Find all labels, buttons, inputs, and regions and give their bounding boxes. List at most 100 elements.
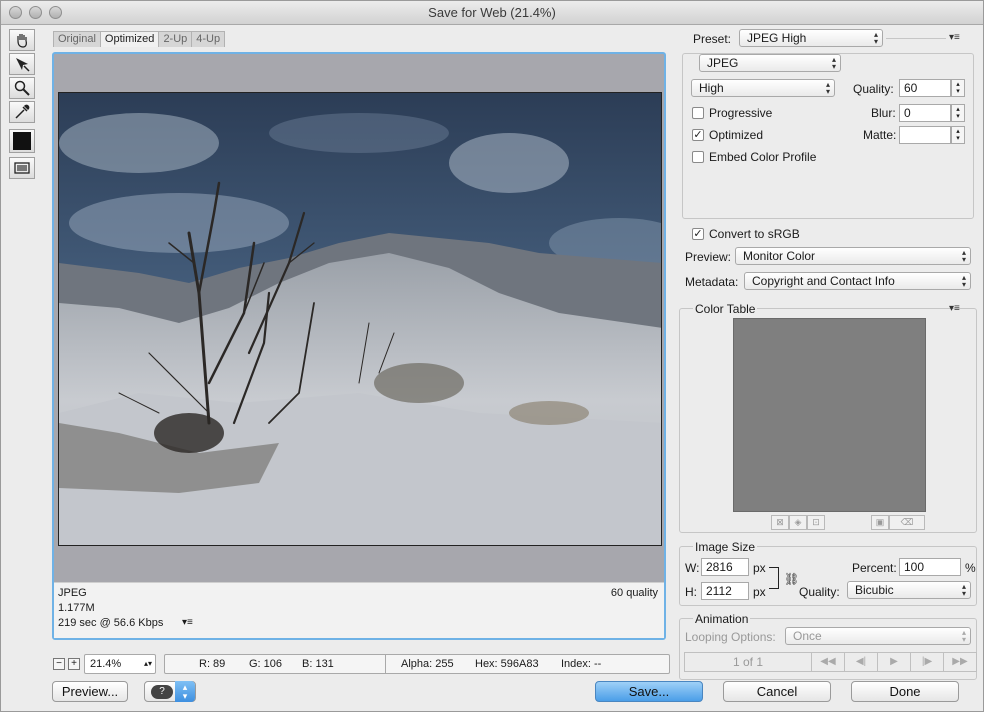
resample-quality-select[interactable]: Bicubic ▴ ▾: [847, 581, 971, 599]
quality-label: Quality:: [853, 82, 894, 96]
percent-unit: %: [965, 561, 976, 575]
window-title: Save for Web (21.4%): [428, 5, 556, 20]
matte-stepper[interactable]: ▴ ▾: [951, 126, 965, 144]
width-field[interactable]: 2816: [701, 558, 749, 576]
preset-label: Preset:: [693, 32, 732, 46]
zoom-tool[interactable]: [9, 77, 35, 99]
looping-options-value: Once: [793, 629, 822, 643]
convert-srgb-checkbox[interactable]: ✓: [692, 228, 704, 240]
height-unit: px: [753, 585, 766, 599]
frame-counter: 1 of 1: [684, 652, 812, 672]
embed-color-profile-checkbox[interactable]: [692, 151, 704, 163]
blur-field[interactable]: 0: [899, 104, 951, 122]
eyedropper-color-swatch[interactable]: [9, 129, 35, 153]
convert-srgb-label: Convert to sRGB: [709, 227, 800, 241]
preview-color-select[interactable]: Monitor Color ▴ ▾: [735, 247, 971, 265]
preview-image[interactable]: [58, 92, 662, 546]
matte-field[interactable]: [899, 126, 951, 144]
cancel-button[interactable]: Cancel: [723, 681, 831, 702]
play-animation-icon[interactable]: ▶: [877, 652, 911, 672]
width-label: W:: [685, 561, 700, 575]
preview-button[interactable]: Preview...: [52, 681, 128, 702]
save-button[interactable]: Save...: [595, 681, 703, 702]
delete-color-icon[interactable]: ⌫: [889, 515, 925, 530]
eyedropper-tool[interactable]: [9, 101, 35, 123]
file-format-arrows-icon: ▴ ▾: [831, 55, 836, 71]
width-unit: px: [753, 561, 766, 575]
color-table-swatches[interactable]: [733, 318, 926, 512]
toolbox: [7, 29, 37, 184]
tab-2-up[interactable]: 2-Up: [158, 31, 193, 47]
percent-label: Percent:: [852, 561, 897, 575]
matte-label: Matte:: [863, 128, 897, 142]
quality-stepper[interactable]: ▴ ▾: [951, 79, 965, 97]
preset-divider: [886, 38, 946, 39]
download-speed-menu-icon[interactable]: ▾≡: [182, 617, 193, 628]
image-preview-pane[interactable]: JPEG 1.177M 219 sec @ 56.6 Kbps ▾≡ 60 qu…: [52, 52, 666, 640]
hand-tool[interactable]: [9, 29, 35, 51]
looping-options-select[interactable]: Once ▴ ▾: [785, 627, 971, 645]
height-label: H:: [685, 585, 697, 599]
done-button[interactable]: Done: [851, 681, 959, 702]
image-size-title: Image Size: [693, 540, 758, 554]
blur-stepper[interactable]: ▴ ▾: [951, 104, 965, 122]
height-field[interactable]: 2112: [701, 582, 749, 600]
optimized-checkbox[interactable]: ✓: [692, 129, 704, 141]
image-quality-readout: 60 quality: [610, 587, 658, 599]
file-format-value: JPEG: [707, 56, 739, 70]
first-frame-icon[interactable]: ◀◀: [811, 652, 845, 672]
tab-4-up[interactable]: 4-Up: [191, 31, 226, 47]
web-snap-icon[interactable]: ◈: [789, 515, 807, 530]
pixel-info-bar: R: 89 G: 106 B: 131 Alpha: 255 Hex: 596A…: [164, 654, 670, 674]
next-frame-icon[interactable]: |▶: [910, 652, 944, 672]
red-value: R: 89: [199, 658, 226, 670]
color-table-menu-icon[interactable]: ▾≡: [949, 303, 960, 314]
looping-options-label: Looping Options:: [685, 630, 776, 644]
zoom-out-button[interactable]: −: [53, 658, 65, 670]
metadata-select[interactable]: Copyright and Contact Info ▴ ▾: [744, 272, 971, 290]
zoom-in-button[interactable]: +: [68, 658, 80, 670]
image-format: JPEG: [58, 587, 87, 599]
percent-field[interactable]: 100: [899, 558, 961, 576]
new-color-icon[interactable]: ▣: [871, 515, 889, 530]
zoom-dropdown-arrows-icon: ▴▾: [143, 659, 152, 668]
tab-optimized[interactable]: Optimized: [99, 31, 160, 47]
green-value: G: 106: [249, 658, 283, 670]
color-table-spacer: [825, 515, 843, 530]
view-tabs: Original Optimized 2-Up 4-Up: [53, 31, 226, 47]
metadata-value: Copyright and Contact Info: [752, 274, 895, 288]
toggle-slices-visibility-tool[interactable]: [9, 157, 35, 179]
preset-select[interactable]: JPEG High ▴ ▾: [739, 29, 883, 47]
color-swatch-icon: [13, 132, 31, 150]
previous-frame-icon[interactable]: ◀|: [844, 652, 878, 672]
browser-question-icon: ?: [151, 685, 173, 699]
index-value: Index: --: [561, 658, 602, 670]
tab-original[interactable]: Original: [53, 31, 101, 47]
compression-quality-value: High: [699, 81, 724, 95]
blur-label: Blur:: [871, 106, 896, 120]
optimize-menu-icon[interactable]: ▾≡: [949, 32, 960, 43]
slice-select-icon: [16, 58, 30, 72]
metadata-label: Metadata:: [685, 275, 739, 289]
preset-arrows-icon: ▴ ▾: [873, 30, 878, 46]
resample-quality-label: Quality:: [799, 585, 840, 599]
title-bar: Save for Web (21.4%): [1, 1, 983, 25]
preview-color-arrows-icon: ▴ ▾: [961, 248, 966, 264]
color-table-title: Color Table: [693, 302, 758, 316]
last-frame-icon[interactable]: ▶▶: [943, 652, 977, 672]
progressive-checkbox[interactable]: [692, 107, 704, 119]
preview-in-browser-button[interactable]: ? ▴ ▾: [144, 681, 196, 702]
slice-select-tool[interactable]: [9, 53, 35, 75]
browser-menu-arrows-icon[interactable]: ▴ ▾: [175, 681, 195, 702]
quality-field[interactable]: 60: [899, 79, 951, 97]
lock-color-icon[interactable]: ⊡: [807, 515, 825, 530]
compression-quality-select[interactable]: High ▴ ▾: [691, 79, 835, 97]
map-transparent-icon[interactable]: ⊠: [771, 515, 789, 530]
hex-value: Hex: 596A83: [475, 658, 539, 670]
chain-link-icon[interactable]: ⛓: [784, 572, 799, 586]
progressive-label: Progressive: [709, 106, 773, 120]
file-format-select[interactable]: JPEG ▴ ▾: [699, 54, 841, 72]
metadata-arrows-icon: ▴ ▾: [961, 273, 966, 289]
zoom-level-field[interactable]: 21.4% ▴▾: [84, 654, 156, 674]
compression-arrows-icon: ▴ ▾: [825, 80, 830, 96]
